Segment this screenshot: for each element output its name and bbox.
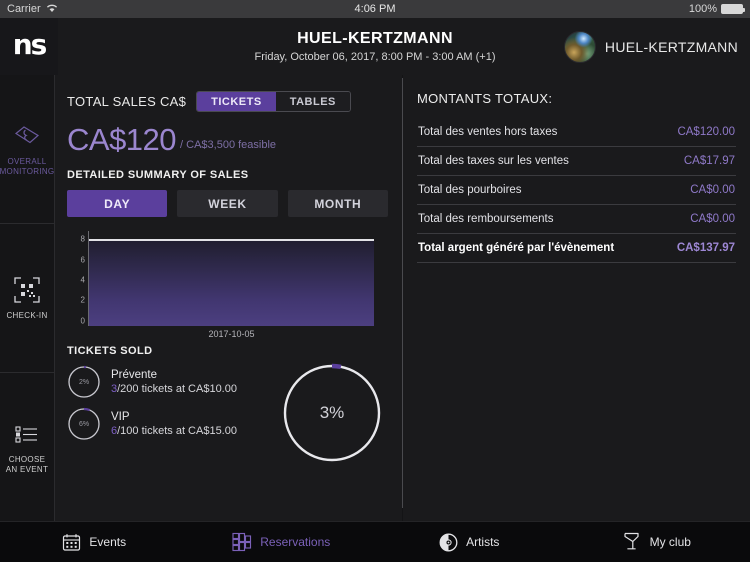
table-row-total: Total argent généré par l'évènement CA$1… <box>417 234 736 263</box>
tickets-sold-list: 2% Prévente 3/200 tickets at CA$10.00 6% <box>67 363 388 463</box>
vinyl-record-icon <box>438 532 458 552</box>
list-icon <box>13 420 41 448</box>
sidebar-item-overall-monitoring[interactable]: OVERALL MONITORING <box>0 75 54 224</box>
ns-logo[interactable]: ns <box>0 18 58 75</box>
total-label: Total des remboursements <box>418 213 554 225</box>
ticket-name: VIP <box>111 411 130 423</box>
sidebar-item-check-in[interactable]: CHECK-IN <box>0 224 54 373</box>
total-label: Total argent généré par l'évènement <box>418 242 615 254</box>
qr-code-icon <box>13 276 41 304</box>
total-label: Total des taxes sur les ventes <box>418 155 569 167</box>
tab-label: Artists <box>466 535 500 549</box>
chart-area-fill <box>89 239 374 326</box>
total-value: CA$137.97 <box>676 242 735 254</box>
sidebar: OVERALL MONITORING CHECK-IN CHOOSE AN EV… <box>0 75 55 521</box>
table-row: Total des remboursements CA$0.00 <box>417 205 736 234</box>
chart-plot-area <box>89 231 374 326</box>
ticket-detail: 3/200 tickets at CA$10.00 <box>111 383 237 395</box>
status-time: 4:06 PM <box>354 3 396 15</box>
total-label: Total des ventes hors taxes <box>418 126 558 138</box>
club-name: HUEL-KERTZMANN <box>604 38 738 55</box>
status-bar: Carrier 4:06 PM 100% <box>0 0 750 18</box>
tab-tables[interactable]: TABLES <box>275 92 350 111</box>
app-header: ns HUEL-KERTZMANN Friday, October 06, 20… <box>0 18 750 75</box>
y-tick-label: 2 <box>80 295 85 305</box>
period-week[interactable]: WEEK <box>177 190 278 217</box>
mini-progress-ring: 6% <box>67 407 101 441</box>
tab-label: Reservations <box>260 535 331 549</box>
ticket-name: Prévente <box>111 369 158 381</box>
tab-events[interactable]: Events <box>0 532 188 552</box>
sidebar-item-label: CHECK-IN <box>6 310 48 320</box>
table-row: Total des taxes sur les ventes CA$17.97 <box>417 147 736 176</box>
y-tick-label: 6 <box>80 255 85 265</box>
avatar <box>563 30 596 63</box>
y-tick-label: 4 <box>80 275 85 285</box>
total-label: Total des pourboires <box>418 184 522 196</box>
period-month[interactable]: MONTH <box>287 190 388 217</box>
bottom-tab-bar: Events Reservations Artists My club <box>0 521 750 562</box>
chart-x-label: 2017-10-05 <box>208 329 255 339</box>
tab-artists[interactable]: Artists <box>375 532 563 552</box>
header-club-group[interactable]: HUEL-KERTZMANN <box>563 30 750 63</box>
y-tick-label: 0 <box>80 316 85 326</box>
battery-percent: 100% <box>688 3 717 15</box>
mini-progress-ring: 2% <box>67 365 101 399</box>
ticket-detail-text: /200 tickets at CA$10.00 <box>117 383 237 395</box>
tab-label: My club <box>649 535 691 549</box>
detailed-summary-title: DETAILED SUMMARY OF SALES <box>67 169 249 181</box>
battery-full-icon <box>721 4 745 14</box>
total-value: CA$0.00 <box>690 213 735 225</box>
ticket-detail-text: /100 tickets at CA$15.00 <box>117 425 237 437</box>
totals-panel: MONTANTS TOTAUX: Total des ventes hors t… <box>403 75 750 521</box>
total-sales-row: TOTAL SALES CA$ TICKETS TABLES <box>67 91 388 112</box>
total-amount: CA$120 <box>67 122 177 157</box>
table-grid-icon <box>232 532 252 552</box>
chart-y-axis: 8 6 4 2 0 <box>67 231 89 326</box>
total-sales-label: TOTAL SALES CA$ <box>67 94 187 109</box>
status-battery-group: 100% <box>688 3 745 15</box>
sidebar-item-label: OVERALL MONITORING <box>0 156 55 176</box>
mini-ring-percent: 2% <box>78 378 90 386</box>
table-row: Total des ventes hors taxes CA$120.00 <box>417 118 736 147</box>
ticket-info: Prévente 3/200 tickets at CA$10.00 <box>111 369 237 395</box>
total-value: CA$0.00 <box>690 184 735 196</box>
overall-progress-donut: 3% <box>280 361 384 465</box>
sales-chart: 8 6 4 2 0 2017-10-05 <box>67 231 388 339</box>
tab-tickets[interactable]: TICKETS <box>197 92 276 111</box>
sales-type-toggle: TICKETS TABLES <box>196 91 351 112</box>
totals-title: MONTANTS TOTAUX: <box>417 91 553 106</box>
ticket-icon <box>13 122 41 150</box>
app-root: Carrier 4:06 PM 100% ns HUEL-KERTZMANN F… <box>0 0 750 562</box>
sidebar-item-label: CHOOSE AN EVENT <box>5 454 49 474</box>
total-amount-row: CA$120 / CA$3,500 feasible <box>67 124 388 155</box>
sales-panel: TOTAL SALES CA$ TICKETS TABLES CA$120 / … <box>55 75 402 521</box>
period-day[interactable]: DAY <box>67 190 168 217</box>
ticket-info: VIP 6/100 tickets at CA$15.00 <box>111 411 237 437</box>
tab-my-club[interactable]: My club <box>563 532 750 552</box>
tab-reservations[interactable]: Reservations <box>188 532 376 552</box>
tickets-sold-title: TICKETS SOLD <box>67 345 153 357</box>
total-value: CA$120.00 <box>677 126 735 138</box>
donut-percent: 3% <box>319 403 345 422</box>
calendar-icon <box>61 532 81 552</box>
ticket-detail: 6/100 tickets at CA$15.00 <box>111 425 237 437</box>
y-tick-label: 8 <box>80 234 85 244</box>
feasible-amount: / CA$3,500 feasible <box>180 139 277 151</box>
cocktail-glass-icon <box>622 532 642 552</box>
chart-series-line <box>89 239 374 241</box>
table-row: Total des pourboires CA$0.00 <box>417 176 736 205</box>
sidebar-item-choose-an-event[interactable]: CHOOSE AN EVENT <box>0 373 54 521</box>
tab-label: Events <box>89 535 127 549</box>
mini-ring-percent: 6% <box>78 420 90 428</box>
total-value: CA$17.97 <box>683 155 735 167</box>
period-selector: DAY WEEK MONTH <box>67 190 388 217</box>
